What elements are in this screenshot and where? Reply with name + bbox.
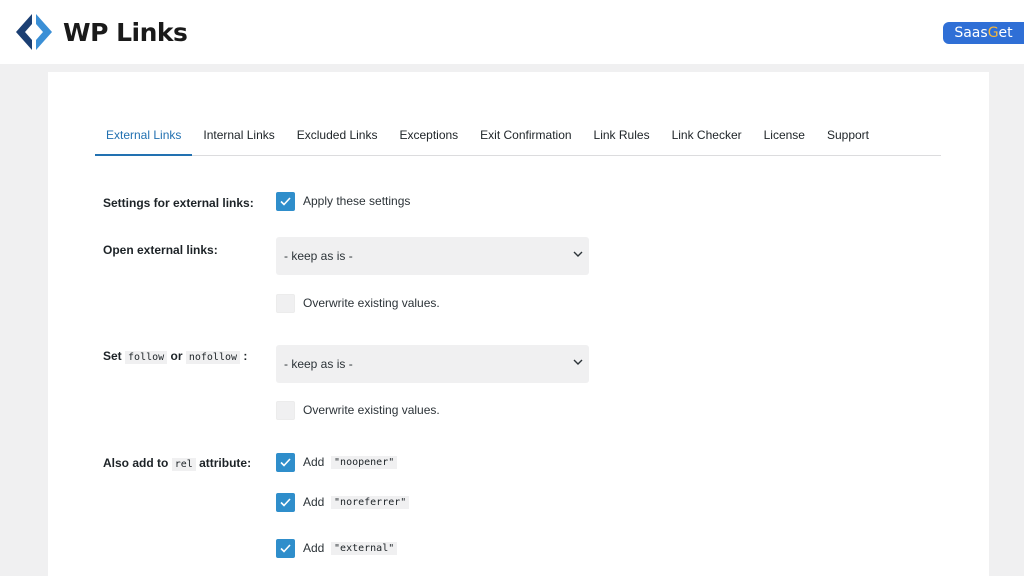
tab-exceptions[interactable]: Exceptions [388,120,469,156]
check-icon [280,457,291,467]
tab-external-links[interactable]: External Links [95,120,193,156]
badge-suffix: et [998,25,1013,41]
follow-select-value: - keep as is - [284,357,353,371]
check-icon [280,543,291,553]
chevron-down-icon [573,359,583,365]
follow-label-prefix: Set [103,349,122,363]
saasget-badge: SaasGet [943,22,1024,44]
badge-prefix: Saas [954,25,988,41]
settings-card: External Links Internal Links Excluded L… [48,72,989,576]
apply-settings-label: Apply these settings [303,194,411,208]
follow-label-suffix: : [243,349,248,363]
apply-settings-row[interactable]: Apply these settings [276,191,410,211]
noreferrer-code: "noreferrer" [331,495,410,509]
follow-label-or: or [170,349,183,363]
nofollow-code: nofollow [185,351,241,364]
tab-excluded-links[interactable]: Excluded Links [286,120,389,156]
noopener-add-label: Add [303,455,325,469]
rel-label-suffix: attribute: [199,456,252,470]
open-external-links-select[interactable]: - keep as is - [276,237,589,275]
open-overwrite-label: Overwrite existing values. [303,296,440,310]
tab-internal-links[interactable]: Internal Links [192,120,285,156]
noreferrer-checkbox[interactable] [276,492,295,512]
noreferrer-add-label: Add [303,495,325,509]
check-icon [280,497,291,507]
badge-g: G [987,25,999,41]
tab-license[interactable]: License [753,120,816,156]
check-icon [280,196,291,206]
external-add-label: Add [303,541,325,555]
noopener-code: "noopener" [331,455,398,469]
chevron-down-icon [573,251,583,257]
open-overwrite-checkbox[interactable] [276,293,295,313]
open-overwrite-row[interactable]: Overwrite existing values. [276,293,440,313]
logo-text: WP Links [63,17,188,47]
wp-links-logo-icon [16,14,52,50]
noopener-checkbox[interactable] [276,452,295,472]
rel-code: rel [171,458,196,471]
apply-settings-checkbox[interactable] [276,191,295,211]
settings-for-external-links-label: Settings for external links: [103,196,254,210]
follow-overwrite-checkbox[interactable] [276,400,295,420]
follow-overwrite-row[interactable]: Overwrite existing values. [276,400,440,420]
rel-attribute-label: Also add to rel attribute: [103,456,252,471]
settings-tabs: External Links Internal Links Excluded L… [95,120,941,156]
follow-overwrite-label: Overwrite existing values. [303,403,440,417]
rel-external-row[interactable]: Add "external" [276,538,398,558]
rel-noopener-row[interactable]: Add "noopener" [276,452,398,472]
open-external-links-label: Open external links: [103,243,218,257]
open-select-value: - keep as is - [284,249,353,263]
follow-code: follow [125,351,168,364]
rel-label-prefix: Also add to [103,456,169,470]
tab-exit-confirmation[interactable]: Exit Confirmation [469,120,582,156]
external-code: "external" [331,541,398,555]
wp-links-logo[interactable]: WP Links [14,12,188,52]
follow-nofollow-label: Set follow or nofollow : [103,349,248,364]
tab-link-rules[interactable]: Link Rules [583,120,661,156]
tab-link-checker[interactable]: Link Checker [661,120,753,156]
follow-nofollow-select[interactable]: - keep as is - [276,345,589,383]
external-checkbox[interactable] [276,538,295,558]
tab-support[interactable]: Support [816,120,880,156]
top-bar: WP Links SaasGet [0,0,1024,64]
rel-noreferrer-row[interactable]: Add "noreferrer" [276,492,410,512]
